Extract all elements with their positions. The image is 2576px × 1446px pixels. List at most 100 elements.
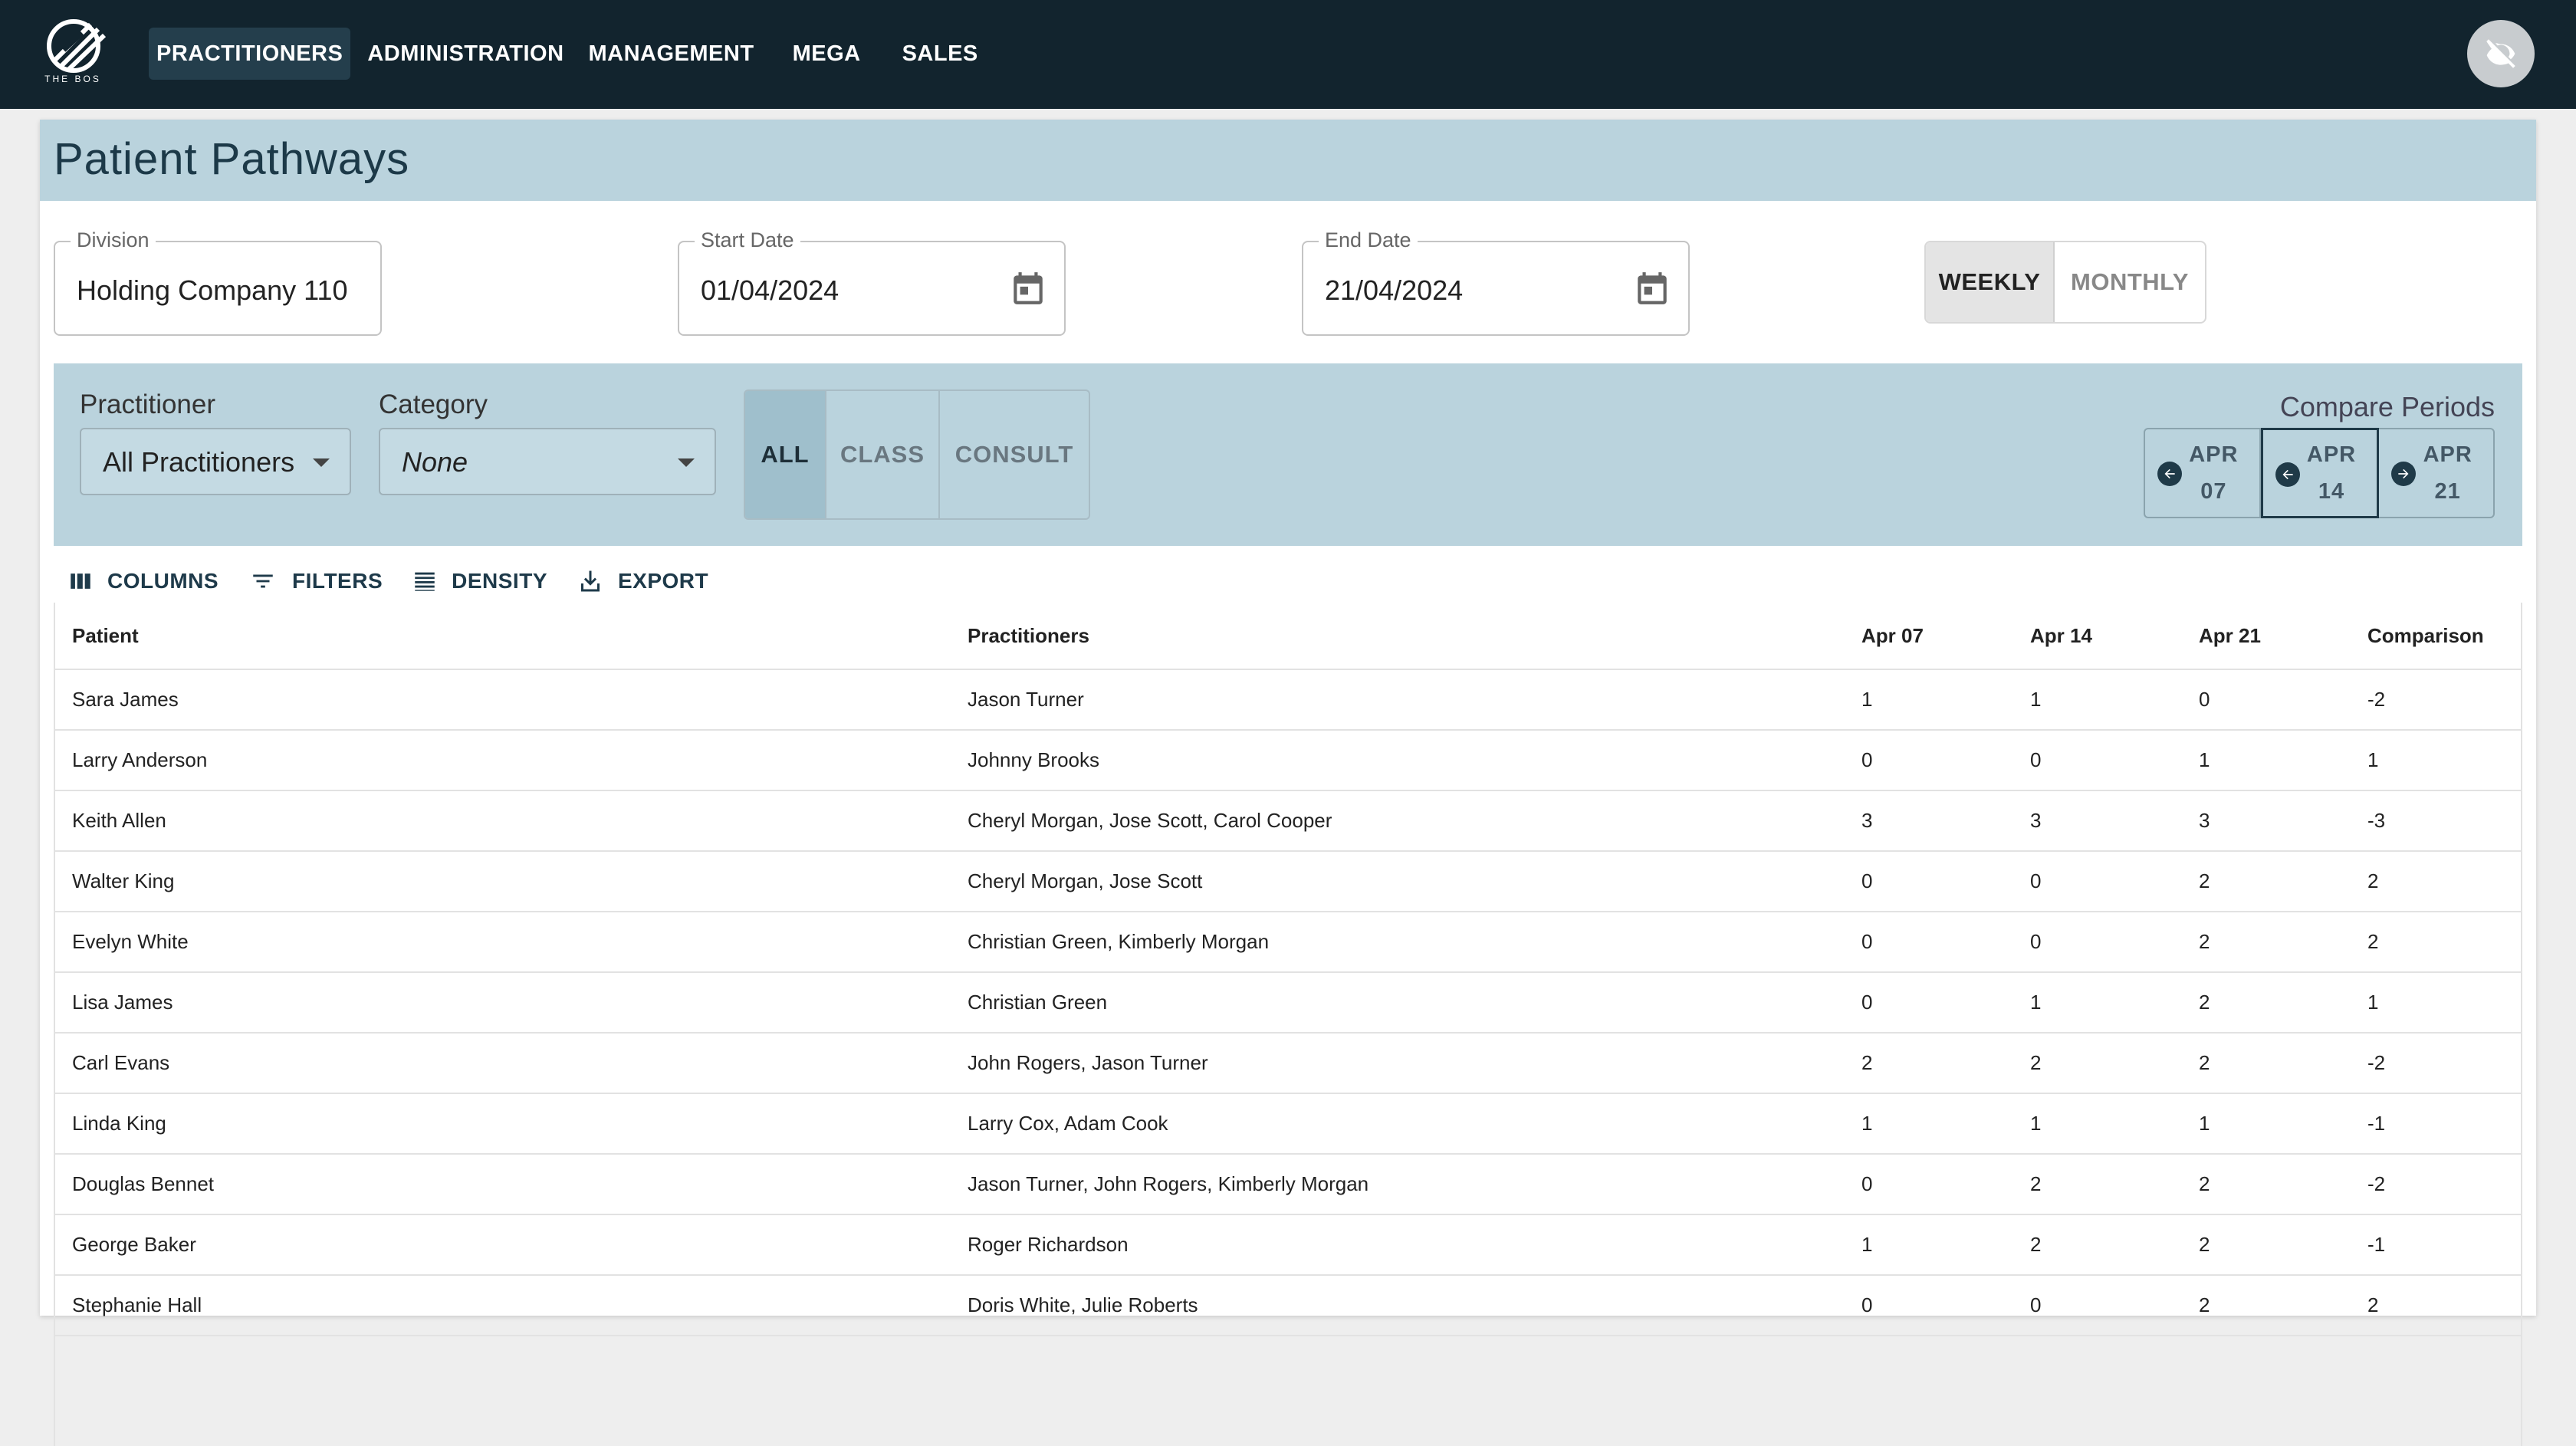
compare-periods-label: Compare Periods	[2279, 391, 2495, 422]
cell-apr-07: 1	[1861, 1112, 1873, 1135]
cell-comparison: 2	[2367, 930, 2379, 953]
table-row[interactable]: George Baker Roger Richardson 1 2 2 -1	[54, 1215, 2522, 1276]
cell-apr-21: 2	[2199, 930, 2210, 953]
nav-sales[interactable]: SALES	[895, 28, 986, 80]
cell-apr-07: 2	[1861, 1051, 1873, 1074]
visibility-toggle-button[interactable]	[2467, 20, 2535, 87]
calendar-icon[interactable]	[1633, 268, 1671, 308]
period-month: APR	[2306, 442, 2357, 467]
cell-apr-07: 0	[1861, 930, 1873, 953]
start-date-field[interactable]: Start Date 01/04/2024	[678, 228, 1066, 336]
download-icon	[581, 570, 600, 592]
period-apr-07-button[interactable]: APR 07	[2145, 429, 2261, 517]
main-nav: PRACTITIONERS ADMINISTRATION MANAGEMENT …	[149, 28, 995, 80]
header-practitioners[interactable]: Practitioners	[968, 603, 1089, 669]
table-row[interactable]: Walter King Cheryl Morgan, Jose Scott 0 0 2 2	[54, 852, 2522, 912]
cell-patient: Sara James	[72, 688, 179, 711]
cell-apr-07: 3	[1861, 809, 1873, 832]
cell-patient: Douglas Bennet	[72, 1172, 215, 1195]
cell-apr-14: 0	[2030, 1293, 2042, 1316]
density-button[interactable]: DENSITY	[412, 568, 547, 594]
weekly-button[interactable]: WEEKLY	[1926, 242, 2055, 322]
cell-practitioners: Cheryl Morgan, Jose Scott, Carol Cooper	[968, 809, 1332, 832]
cell-apr-21: 2	[2199, 1233, 2210, 1256]
end-date-field[interactable]: End Date 21/04/2024	[1302, 228, 1690, 336]
density-icon	[415, 572, 435, 591]
category-select[interactable]: None	[379, 428, 716, 495]
period-day: 14	[2318, 479, 2345, 504]
nav-management[interactable]: MANAGEMENT	[581, 28, 762, 80]
division-field[interactable]: Division Holding Company 110	[54, 228, 382, 336]
type-class-button[interactable]: CLASS	[826, 391, 940, 518]
export-button[interactable]: EXPORT	[577, 567, 708, 595]
header-patient[interactable]: Patient	[72, 603, 139, 669]
table-row[interactable]: Larry Anderson Johnny Brooks 0 0 1 1	[54, 731, 2522, 791]
cell-apr-21: 2	[2199, 991, 2210, 1014]
header-apr-21[interactable]: Apr 21	[2199, 603, 2261, 669]
cell-apr-21: 2	[2199, 869, 2210, 892]
period-month: APR	[2189, 442, 2239, 467]
header-apr-07[interactable]: Apr 07	[1861, 603, 1924, 669]
cell-patient: Carl Evans	[72, 1051, 170, 1074]
type-consult-button[interactable]: CONSULT	[940, 391, 1089, 518]
cell-comparison: 2	[2367, 1293, 2379, 1316]
practitioner-select-value: All Practitioners	[103, 446, 295, 478]
cell-apr-14: 2	[2030, 1172, 2042, 1195]
nav-practitioners[interactable]: PRACTITIONERS	[149, 28, 351, 80]
chevron-down-icon	[313, 458, 330, 467]
type-all-button[interactable]: ALL	[745, 391, 826, 518]
header-comparison[interactable]: Comparison	[2367, 603, 2484, 669]
header-apr-14[interactable]: Apr 14	[2030, 603, 2092, 669]
monthly-button[interactable]: MONTHLY	[2055, 242, 2205, 322]
cell-practitioners: Jason Turner, John Rogers, Kimberly Morg…	[968, 1172, 1369, 1195]
practitioner-select[interactable]: All Practitioners	[80, 428, 351, 495]
chevron-down-icon	[678, 458, 695, 467]
cell-patient: Stephanie Hall	[72, 1293, 202, 1316]
table-header-row: Patient Practitioners Apr 07 Apr 14 Apr …	[54, 603, 2522, 670]
cell-apr-14: 2	[2030, 1051, 2042, 1074]
end-date-label: End Date	[1319, 228, 1418, 252]
cell-practitioners: Johnny Brooks	[968, 748, 1099, 771]
table-row[interactable]: Stephanie Hall Doris White, Julie Roberts…	[54, 1276, 2522, 1336]
practitioner-label: Practitioner	[80, 389, 216, 419]
filters-label: FILTERS	[292, 569, 383, 593]
nav-mega[interactable]: MEGA	[785, 28, 869, 80]
period-apr-21-button[interactable]: APR 21	[2379, 429, 2493, 517]
cell-apr-14: 2	[2030, 1233, 2042, 1256]
patients-table: Patient Practitioners Apr 07 Apr 14 Apr …	[54, 603, 2522, 1336]
compare-periods-group: APR 07 APR 14 APR 21	[2144, 428, 2495, 518]
cell-apr-07: 0	[1861, 869, 1873, 892]
cell-patient: George Baker	[72, 1233, 196, 1256]
nav-administration[interactable]: ADMINISTRATION	[360, 28, 571, 80]
table-row[interactable]: Sara James Jason Turner 1 1 0 -2	[54, 670, 2522, 731]
columns-button[interactable]: COLUMNS	[67, 568, 219, 594]
cell-patient: Evelyn White	[72, 930, 189, 953]
filters-button[interactable]: FILTERS	[248, 568, 383, 594]
table-row[interactable]: Carl Evans John Rogers, Jason Turner 2 2 2 -2	[54, 1034, 2522, 1094]
table-row[interactable]: Lisa James Christian Green 0 1 2 1	[54, 973, 2522, 1034]
filter-icon	[253, 574, 273, 588]
cell-apr-21: 3	[2199, 809, 2210, 832]
table-row[interactable]: Evelyn White Christian Green, Kimberly Mo…	[54, 912, 2522, 973]
category-select-value: None	[402, 446, 468, 478]
period-day: 07	[2200, 479, 2227, 504]
cell-apr-21: 0	[2199, 688, 2210, 711]
cell-patient: Walter King	[72, 869, 175, 892]
cell-apr-14: 0	[2030, 748, 2042, 771]
cell-patient: Linda King	[72, 1112, 166, 1135]
table-row[interactable]: Linda King Larry Cox, Adam Cook 1 1 1 -1	[54, 1094, 2522, 1155]
visibility-off-icon	[2486, 39, 2515, 68]
type-segment: ALL CLASS CONSULT	[744, 389, 1090, 520]
period-apr-14-button[interactable]: APR 14	[2260, 428, 2380, 518]
division-label: Division	[71, 228, 156, 252]
calendar-icon[interactable]	[1009, 268, 1047, 308]
grid-toolbar: COLUMNS FILTERS DENSITY EXPORT	[67, 558, 738, 604]
table-row[interactable]: Douglas Bennet Jason Turner, John Rogers,…	[54, 1155, 2522, 1215]
cell-apr-07: 0	[1861, 748, 1873, 771]
end-date-value: 21/04/2024	[1325, 274, 1464, 306]
cell-apr-07: 0	[1861, 1172, 1873, 1195]
cell-apr-21: 2	[2199, 1293, 2210, 1316]
table-row[interactable]: Keith Allen Cheryl Morgan, Jose Scott, Ca…	[54, 791, 2522, 852]
cell-comparison: 2	[2367, 869, 2379, 892]
page-header: Patient Pathways	[40, 120, 2536, 201]
